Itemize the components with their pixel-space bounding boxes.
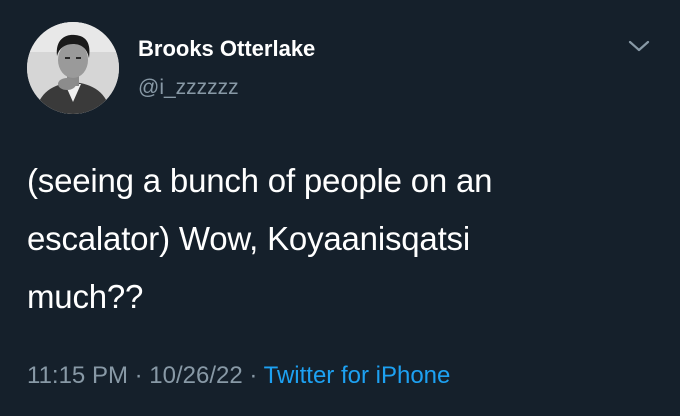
display-name[interactable]: Brooks Otterlake bbox=[138, 36, 315, 62]
tweet-text-line: much?? bbox=[27, 278, 144, 315]
tweet-date[interactable]: 10/26/22 bbox=[149, 362, 242, 389]
tweet-text: (seeing a bunch of people on an escalato… bbox=[27, 152, 657, 326]
chevron-down-icon[interactable] bbox=[626, 36, 652, 56]
avatar[interactable] bbox=[27, 22, 119, 114]
meta-separator: · bbox=[127, 362, 150, 389]
tweet-card: Brooks Otterlake @i_zzzzzz (seeing a bun… bbox=[0, 0, 680, 416]
tweet-text-line: escalator) Wow, Koyaanisqatsi bbox=[27, 220, 470, 257]
tweet-text-line: (seeing a bunch of people on an bbox=[27, 162, 493, 199]
tweet-meta: 11:15 PM · 10/26/22 · Twitter for iPhone bbox=[27, 362, 450, 390]
avatar-image bbox=[27, 22, 119, 114]
user-handle[interactable]: @i_zzzzzz bbox=[138, 76, 239, 100]
meta-separator: · bbox=[242, 362, 264, 389]
tweet-source-link[interactable]: Twitter for iPhone bbox=[264, 362, 451, 389]
tweet-time[interactable]: 11:15 PM bbox=[27, 362, 128, 389]
